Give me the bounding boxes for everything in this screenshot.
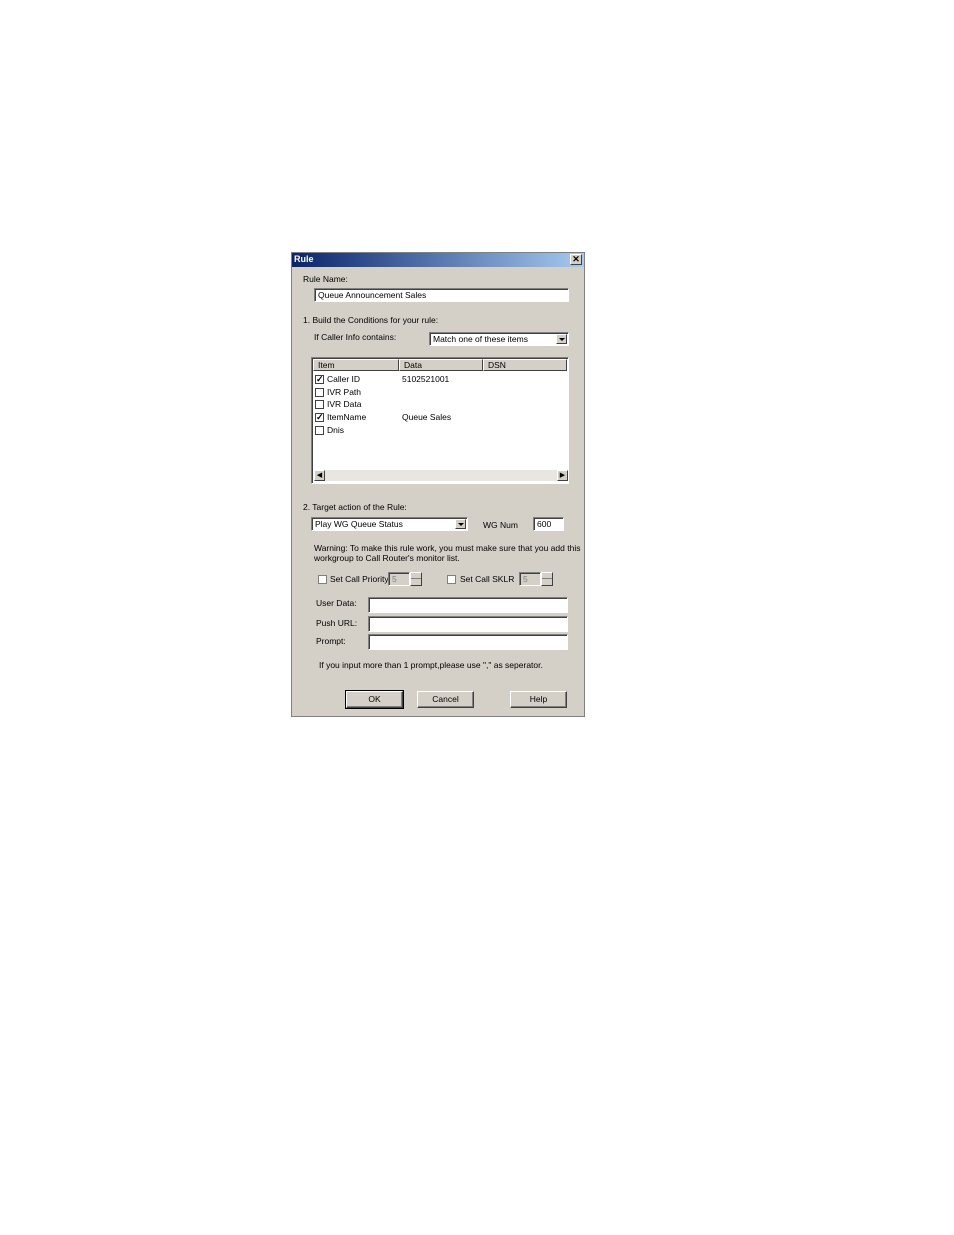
- ok-button[interactable]: OK: [345, 690, 404, 709]
- ivr-path-checkbox[interactable]: [315, 388, 324, 397]
- list-item[interactable]: ItemName Queue Sales: [314, 411, 564, 423]
- list-item[interactable]: Caller ID 5102521001: [314, 373, 564, 385]
- list-item[interactable]: Dnis: [314, 424, 564, 436]
- list-item-label: Dnis: [327, 425, 345, 435]
- scroll-left-arrow-icon[interactable]: ◀: [314, 470, 325, 481]
- list-item[interactable]: IVR Path: [314, 386, 564, 398]
- rule-dialog: Rule ✕ Rule Name: Queue Announcement Sal…: [291, 252, 585, 717]
- caller-id-checkbox[interactable]: [315, 373, 324, 385]
- prompt-hint: If you input more than 1 prompt,please u…: [319, 660, 543, 670]
- list-item-data: Queue Sales: [402, 412, 452, 422]
- caller-info-label: If Caller Info contains:: [314, 332, 397, 342]
- push-url-label: Push URL:: [316, 618, 358, 628]
- push-url-input[interactable]: [368, 616, 568, 632]
- priority-input[interactable]: 5: [388, 572, 410, 586]
- sklr-input[interactable]: 5: [519, 572, 541, 586]
- user-data-label: User Data:: [316, 598, 357, 608]
- cancel-button[interactable]: Cancel: [417, 691, 474, 708]
- title-bar[interactable]: Rule ✕: [292, 253, 584, 267]
- close-button[interactable]: ✕: [570, 254, 582, 265]
- rule-name-input[interactable]: Queue Announcement Sales: [314, 288, 569, 302]
- window-title: Rule: [294, 254, 314, 264]
- chevron-down-icon[interactable]: [455, 519, 466, 529]
- ivr-data-checkbox[interactable]: [315, 400, 324, 409]
- wg-num-input[interactable]: 600: [533, 517, 564, 531]
- list-item-data: 5102521001: [402, 374, 450, 384]
- chevron-down-icon[interactable]: [556, 334, 567, 344]
- horizontal-scrollbar[interactable]: ◀ ▶: [314, 470, 568, 481]
- dnis-checkbox[interactable]: [315, 426, 324, 435]
- scroll-right-arrow-icon[interactable]: ▶: [557, 470, 568, 481]
- action-dropdown[interactable]: Play WG Queue Status: [311, 517, 468, 531]
- match-dropdown-value: Match one of these items: [433, 334, 528, 344]
- set-call-sklr-checkbox[interactable]: [447, 575, 456, 584]
- warning-line-2: workgroup to Call Router's monitor list.: [314, 553, 460, 563]
- column-header-dsn[interactable]: DSN: [483, 359, 567, 371]
- set-call-priority-checkbox[interactable]: [318, 575, 327, 584]
- close-icon: ✕: [572, 254, 580, 264]
- conditions-list[interactable]: Item Data DSN Caller ID 5102521001 IVR P…: [311, 357, 569, 484]
- list-item-label: IVR Path: [327, 387, 362, 397]
- action-dropdown-value: Play WG Queue Status: [315, 519, 403, 529]
- list-item-label: IVR Data: [327, 399, 362, 409]
- list-item-label: ItemName: [327, 412, 367, 422]
- column-header-data[interactable]: Data: [399, 359, 483, 371]
- sklr-stepper[interactable]: [541, 572, 553, 586]
- target-heading: 2. Target action of the Rule:: [303, 502, 407, 512]
- rule-name-label: Rule Name:: [303, 274, 348, 284]
- match-dropdown[interactable]: Match one of these items: [429, 332, 569, 346]
- priority-stepper[interactable]: [410, 572, 422, 586]
- column-header-item[interactable]: Item: [313, 359, 399, 371]
- list-item-label: Caller ID: [327, 374, 361, 384]
- help-button[interactable]: Help: [510, 691, 567, 708]
- prompt-input[interactable]: [368, 634, 568, 650]
- conditions-heading: 1. Build the Conditions for your rule:: [303, 315, 439, 325]
- warning-line-1: Warning: To make this rule work, you mus…: [314, 543, 581, 553]
- user-data-input[interactable]: [368, 597, 568, 613]
- itemname-checkbox[interactable]: [315, 411, 324, 423]
- list-item[interactable]: IVR Data: [314, 398, 564, 410]
- set-call-sklr-label: Set Call SKLR: [460, 574, 515, 584]
- wg-num-label: WG Num: [483, 520, 518, 530]
- set-call-priority-label: Set Call Priority: [330, 574, 389, 584]
- prompt-label: Prompt:: [316, 636, 346, 646]
